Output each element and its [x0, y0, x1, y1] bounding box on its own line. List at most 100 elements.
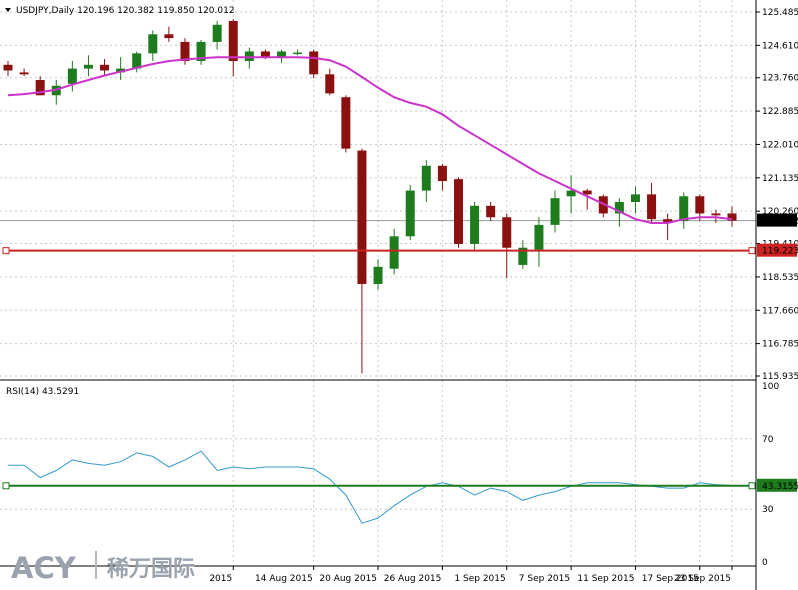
price-tick-label: 116.785	[762, 340, 798, 350]
watermark-cn: 稀万国际	[107, 556, 195, 582]
candle-body	[83, 64, 93, 69]
time-tick-label: 20 Aug 2015	[319, 574, 377, 584]
candle-body	[502, 217, 512, 248]
support-left-handle	[2, 247, 10, 255]
bear-candle	[164, 26, 174, 42]
candle-body	[148, 34, 158, 54]
price-tick-label: 121.135	[762, 174, 798, 184]
watermark-divider	[95, 551, 97, 579]
candle-body	[711, 213, 721, 216]
watermark-brand: ACY	[11, 551, 77, 585]
time-tick-label: 14 Aug 2015	[255, 574, 313, 584]
bull-candle	[67, 60, 77, 92]
price-tick-label: 125.485	[762, 8, 798, 18]
bull-candle	[679, 192, 689, 229]
moving-average	[7, 56, 733, 224]
candle-body	[405, 190, 415, 237]
bull-candle	[116, 57, 126, 81]
bull-candle	[373, 259, 383, 290]
current-price-label: 120.012	[762, 217, 798, 227]
bear-candle	[486, 202, 496, 222]
bull-candle	[470, 202, 480, 252]
bear-candle	[582, 188, 592, 210]
candle-body	[470, 205, 480, 244]
candle-body	[550, 198, 560, 225]
price-tick-label: 118.535	[762, 273, 798, 283]
candle-body	[293, 52, 303, 55]
bull-candle	[630, 186, 640, 214]
rsi-title: RSI(14) 43.5291	[6, 387, 79, 397]
rsi-tick-label: 0	[762, 558, 768, 568]
time-tick-label: 23 Sep 2015	[674, 574, 731, 584]
candle-body	[437, 165, 447, 182]
candle-body	[67, 68, 77, 84]
candle-body	[679, 196, 689, 222]
candle-body	[695, 196, 705, 214]
ma-line	[7, 56, 733, 224]
price-tick-label: 124.610	[762, 41, 798, 51]
bear-candle	[727, 206, 737, 227]
price-tick-label: 122.010	[762, 140, 798, 150]
chart-svg: 43.3155 125.485 124.610 123.760 122.885 122.…	[0, 0, 798, 590]
candle-body	[228, 20, 238, 61]
bear-candle	[357, 148, 367, 374]
candles-group	[3, 19, 737, 374]
candle-body	[453, 179, 463, 244]
bull-candle	[83, 55, 93, 77]
rsi-level-label: 43.3155	[762, 482, 798, 492]
time-tick-label: 7 Sep 2015	[519, 574, 570, 584]
bear-candle	[453, 177, 463, 248]
bull-candle	[534, 217, 544, 267]
candle-body	[3, 64, 13, 71]
bear-candle	[100, 59, 110, 77]
support-label: 119.223	[762, 247, 798, 257]
candle-body	[357, 150, 367, 284]
candle-body	[341, 97, 351, 149]
chart-title: USDJPY,Daily 120.196 120.382 119.850 120…	[16, 6, 235, 16]
price-tick-label: 122.885	[762, 107, 798, 117]
bear-candle	[3, 60, 13, 77]
rsi-group: 43.3155	[2, 450, 798, 524]
rsi-tick-label: 30	[762, 505, 774, 515]
rsi-level-left-handle	[2, 482, 10, 490]
bull-candle	[196, 40, 206, 65]
bear-candle	[309, 49, 319, 79]
price-tick-label: 115.935	[762, 372, 798, 382]
bull-candle	[566, 175, 576, 214]
rsi-line	[8, 450, 733, 524]
candle-body	[19, 72, 29, 75]
bull-candle	[148, 30, 158, 61]
candle-body	[100, 64, 110, 71]
chart-menu-triangle-icon[interactable]	[5, 8, 11, 12]
candle-body	[389, 236, 399, 269]
bull-candle	[421, 160, 431, 203]
candle-body	[647, 194, 657, 220]
time-tick-label: 1 Sep 2015	[454, 574, 505, 584]
bull-candle	[51, 80, 61, 105]
candle-body	[373, 266, 383, 284]
candle-body	[325, 74, 335, 94]
support-right-handle	[748, 247, 756, 255]
rsi-tick-label: 70	[762, 435, 774, 445]
bull-candle	[293, 49, 303, 56]
bear-candle	[19, 68, 29, 77]
time-tick-label: 2015	[209, 574, 232, 584]
candle-body	[309, 51, 319, 75]
bear-candle	[663, 213, 673, 241]
candle-body	[486, 205, 496, 218]
candle-body	[164, 34, 174, 39]
candle-body	[421, 165, 431, 191]
bull-candle	[405, 184, 415, 241]
axes-group: 125.485 124.610 123.760 122.885 122.010 121.1…	[0, 0, 798, 590]
bear-candle	[502, 213, 512, 279]
time-tick-label: 26 Aug 2015	[384, 574, 442, 584]
candle-body	[534, 224, 544, 250]
candle-body	[180, 41, 190, 61]
price-tick-label: 123.760	[762, 74, 798, 84]
rsi-tick-label: 100	[762, 382, 779, 392]
bear-candle	[341, 95, 351, 153]
bear-candle	[647, 182, 657, 223]
bull-candle	[550, 190, 560, 233]
candle-body	[566, 190, 576, 197]
candle-body	[212, 24, 222, 42]
